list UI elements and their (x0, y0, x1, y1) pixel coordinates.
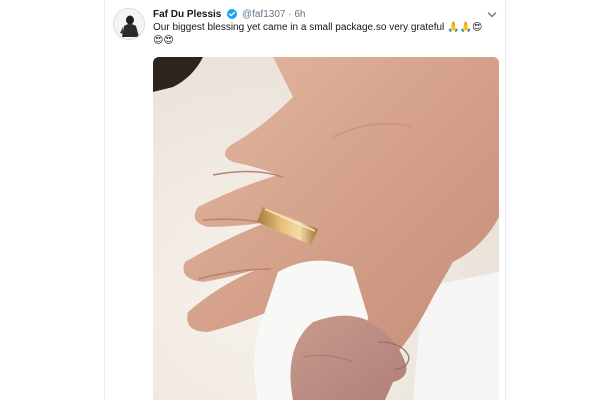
photo-hand-holding-baby-hand (153, 57, 499, 400)
tweet-card[interactable]: Faf Du Plessis @faf1307 · 6h Our biggest… (104, 0, 506, 400)
tweet-timestamp[interactable]: 6h (294, 9, 305, 20)
tweet-photo[interactable] (153, 57, 499, 400)
avatar[interactable] (113, 8, 145, 40)
tweet-header: Faf Du Plessis @faf1307 · 6h (153, 8, 497, 22)
avatar-image (114, 9, 144, 39)
tweet-body: Our biggest blessing yet came in a small… (153, 22, 445, 33)
page: Faf Du Plessis @faf1307 · 6h Our biggest… (0, 0, 600, 400)
tweet-text: Our biggest blessing yet came in a small… (153, 21, 493, 47)
emoji-group-second-line: 😍😍 (153, 35, 174, 46)
author-handle[interactable]: @faf1307 (242, 9, 286, 20)
separator-dot: · (288, 9, 292, 20)
emoji-group-inline: 🙏🙏😍 (447, 22, 483, 33)
author-name[interactable]: Faf Du Plessis (153, 9, 221, 20)
